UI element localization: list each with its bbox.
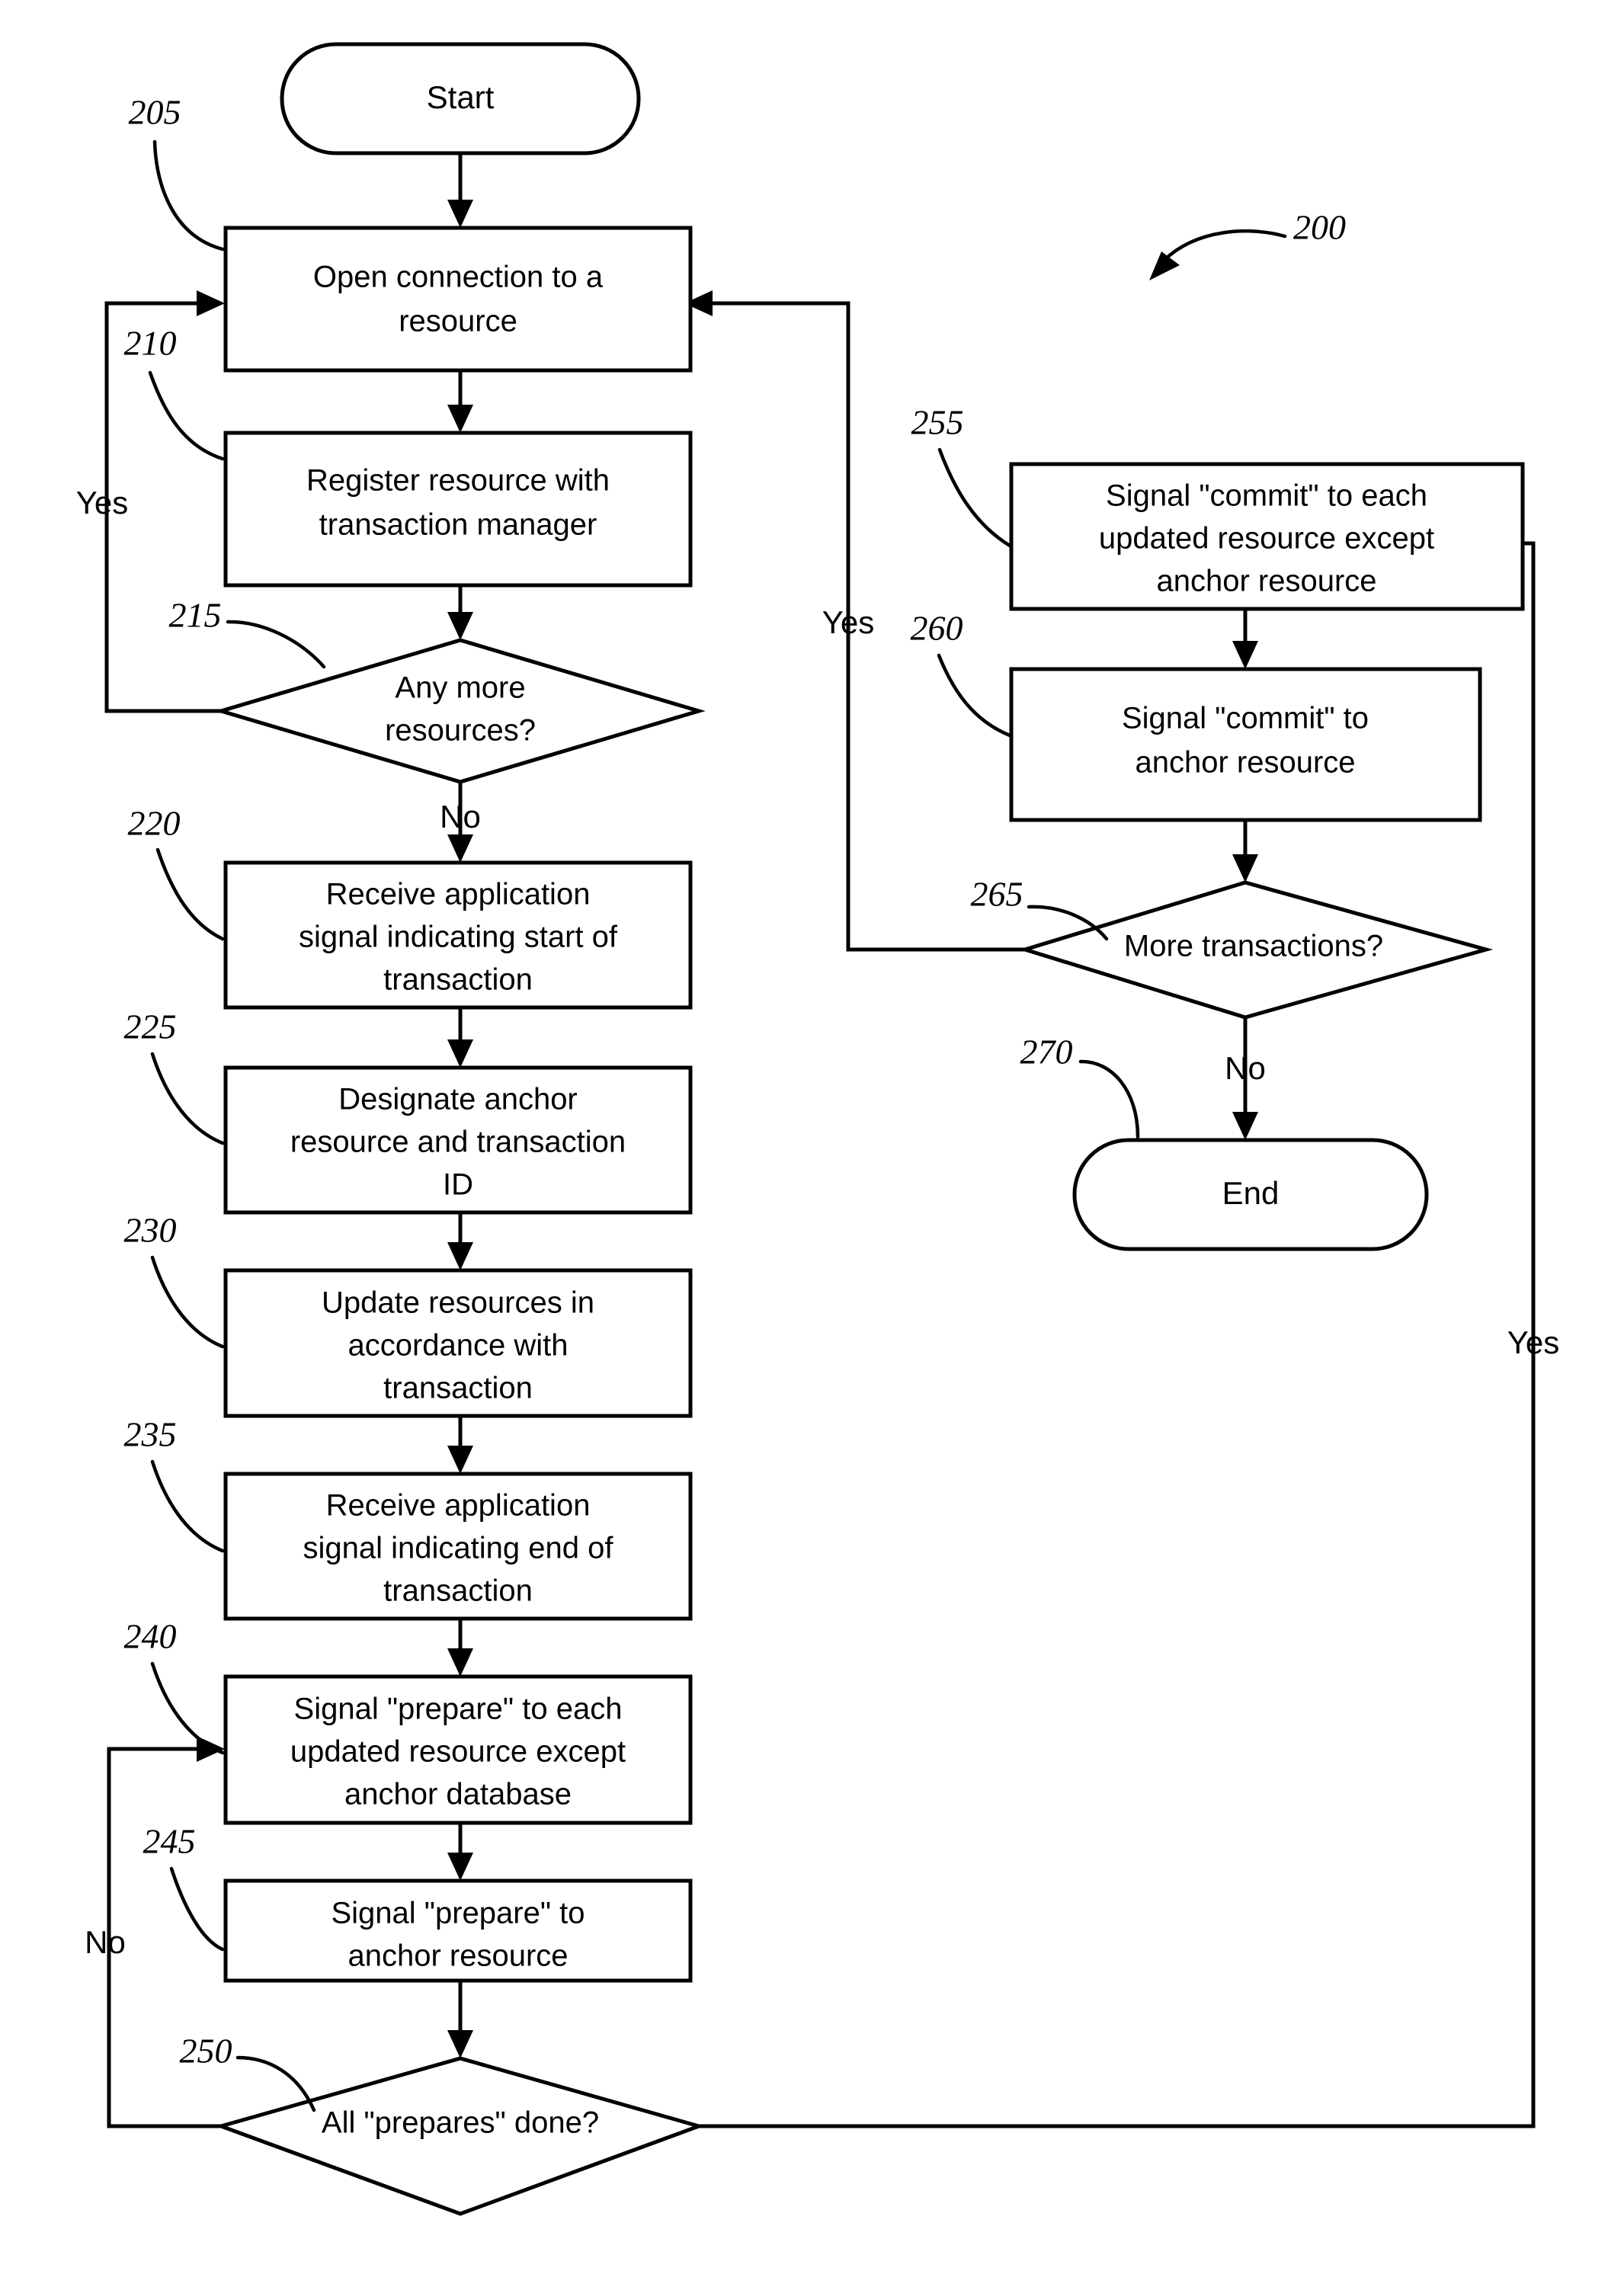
ref-callout-245: 245 — [143, 1822, 225, 1952]
node-230[interactable]: Update resources in accordance with tran… — [223, 1268, 693, 1418]
edge-210-to-215 — [447, 585, 473, 640]
node-260-line1: Signal "commit" to — [1122, 702, 1369, 735]
node-210[interactable]: Register resource with transaction manag… — [223, 431, 693, 588]
ref-number-255: 255 — [911, 403, 964, 442]
node-225[interactable]: Designate anchor resource and transactio… — [223, 1065, 693, 1215]
node-255-line2: updated resource except — [1099, 522, 1434, 556]
node-210-line1: Register resource with — [306, 464, 610, 498]
ref-callout-235: 235 — [124, 1415, 225, 1553]
ref-callout-240: 240 — [124, 1617, 225, 1755]
edge-230-to-235 — [447, 1416, 473, 1474]
ref-callout-250: 250 — [180, 2032, 316, 2112]
node-end-label: End — [1222, 1175, 1280, 1211]
node-245[interactable]: Signal "prepare" to anchor resource — [223, 1878, 693, 1983]
ref-callout-225: 225 — [124, 1007, 225, 1145]
node-220-line1: Receive application — [326, 878, 591, 911]
node-270-end[interactable]: End — [1072, 1138, 1429, 1251]
edge-205-to-210 — [447, 370, 473, 433]
edge-255-to-260 — [1232, 609, 1258, 669]
node-260[interactable]: Signal "commit" to anchor resource — [1009, 667, 1482, 822]
ref-number-220: 220 — [128, 804, 181, 843]
ref-number-215: 215 — [169, 596, 222, 635]
node-235-line2: signal indicating end of — [303, 1532, 614, 1565]
node-240[interactable]: Signal "prepare" to each updated resourc… — [223, 1674, 693, 1825]
node-255-line3: anchor resource — [1156, 565, 1376, 598]
ref-number-270: 270 — [1020, 1033, 1073, 1071]
node-205-line2: resource — [399, 305, 517, 338]
node-235-line1: Receive application — [326, 1489, 591, 1523]
edge-225-to-230 — [447, 1212, 473, 1270]
node-265-line1: More transactions? — [1124, 930, 1383, 963]
ref-callout-220: 220 — [128, 804, 225, 941]
node-255-line1: Signal "commit" to each — [1106, 479, 1427, 513]
node-205-line1: Open connection to a — [313, 261, 604, 294]
flowchart-canvas: Start Open connection to a resource Regi… — [0, 0, 1624, 2274]
figure-number: 200 — [1293, 208, 1346, 247]
node-215[interactable]: Any more resources? — [214, 638, 706, 784]
edge-240-to-245 — [447, 1823, 473, 1881]
ref-number-205: 205 — [129, 93, 181, 132]
node-250[interactable]: All "prepares" done? — [214, 2056, 706, 2216]
ref-number-245: 245 — [143, 1822, 196, 1861]
node-245-line1: Signal "prepare" to — [331, 1897, 585, 1930]
ref-number-265: 265 — [971, 875, 1023, 914]
node-265[interactable]: More transactions? — [1018, 880, 1494, 1020]
node-225-line2: resource and transaction — [290, 1126, 626, 1159]
edge-label-yes-215: Yes — [76, 485, 129, 520]
node-220-line3: transaction — [383, 963, 533, 997]
node-230-line1: Update resources in — [322, 1286, 594, 1320]
figure-callout-200: 200 — [1149, 208, 1346, 280]
edge-220-to-225 — [447, 1007, 473, 1068]
node-start[interactable]: Start — [280, 42, 641, 155]
ref-number-235: 235 — [124, 1415, 177, 1454]
ref-callout-205: 205 — [129, 93, 225, 251]
edge-label-yes-250: Yes — [1507, 1324, 1560, 1360]
ref-callout-215: 215 — [169, 596, 326, 669]
edge-start-to-205 — [447, 153, 473, 228]
node-215-line1: Any more — [395, 671, 525, 705]
flowchart-svg: Start Open connection to a resource Regi… — [76, 42, 1560, 2216]
edge-label-no-215: No — [440, 799, 481, 834]
node-225-line1: Designate anchor — [338, 1083, 578, 1116]
node-235[interactable]: Receive application signal indicating en… — [223, 1472, 693, 1621]
edge-label-no-250: No — [85, 1924, 126, 1960]
node-245-line2: anchor resource — [348, 1939, 568, 1973]
ref-number-210: 210 — [124, 324, 177, 363]
node-240-line2: updated resource except — [290, 1735, 626, 1769]
ref-number-240: 240 — [124, 1617, 177, 1656]
node-260-line2: anchor resource — [1135, 746, 1355, 780]
node-250-line1: All "prepares" done? — [322, 2106, 599, 2140]
node-240-line1: Signal "prepare" to each — [294, 1693, 623, 1726]
node-235-line3: transaction — [383, 1574, 533, 1608]
edge-245-to-250 — [447, 1981, 473, 2058]
ref-callout-270: 270 — [1020, 1033, 1140, 1139]
ref-callout-210: 210 — [124, 324, 225, 461]
node-240-line3: anchor database — [344, 1778, 572, 1811]
edge-label-no-265: No — [1225, 1050, 1266, 1086]
node-210-line2: transaction manager — [319, 508, 597, 542]
node-255[interactable]: Signal "commit" to each updated resource… — [1009, 462, 1525, 611]
ref-number-230: 230 — [124, 1211, 177, 1250]
ref-number-260: 260 — [911, 609, 963, 648]
node-230-line2: accordance with — [348, 1329, 568, 1363]
edge-label-yes-265: Yes — [822, 604, 875, 640]
node-220[interactable]: Receive application signal indicating st… — [223, 860, 693, 1010]
node-220-line2: signal indicating start of — [299, 921, 618, 954]
node-225-line3: ID — [443, 1168, 473, 1202]
ref-callout-230: 230 — [124, 1211, 225, 1349]
edge-235-to-240 — [447, 1619, 473, 1677]
edge-260-to-265 — [1232, 820, 1258, 882]
ref-number-225: 225 — [124, 1007, 177, 1046]
node-215-line2: resources? — [385, 714, 536, 748]
node-start-label: Start — [427, 79, 495, 115]
node-230-line3: transaction — [383, 1372, 533, 1405]
ref-number-250: 250 — [180, 2032, 232, 2071]
ref-callout-260: 260 — [911, 609, 1012, 738]
ref-callout-255: 255 — [911, 403, 1012, 548]
node-205[interactable]: Open connection to a resource — [223, 226, 693, 373]
